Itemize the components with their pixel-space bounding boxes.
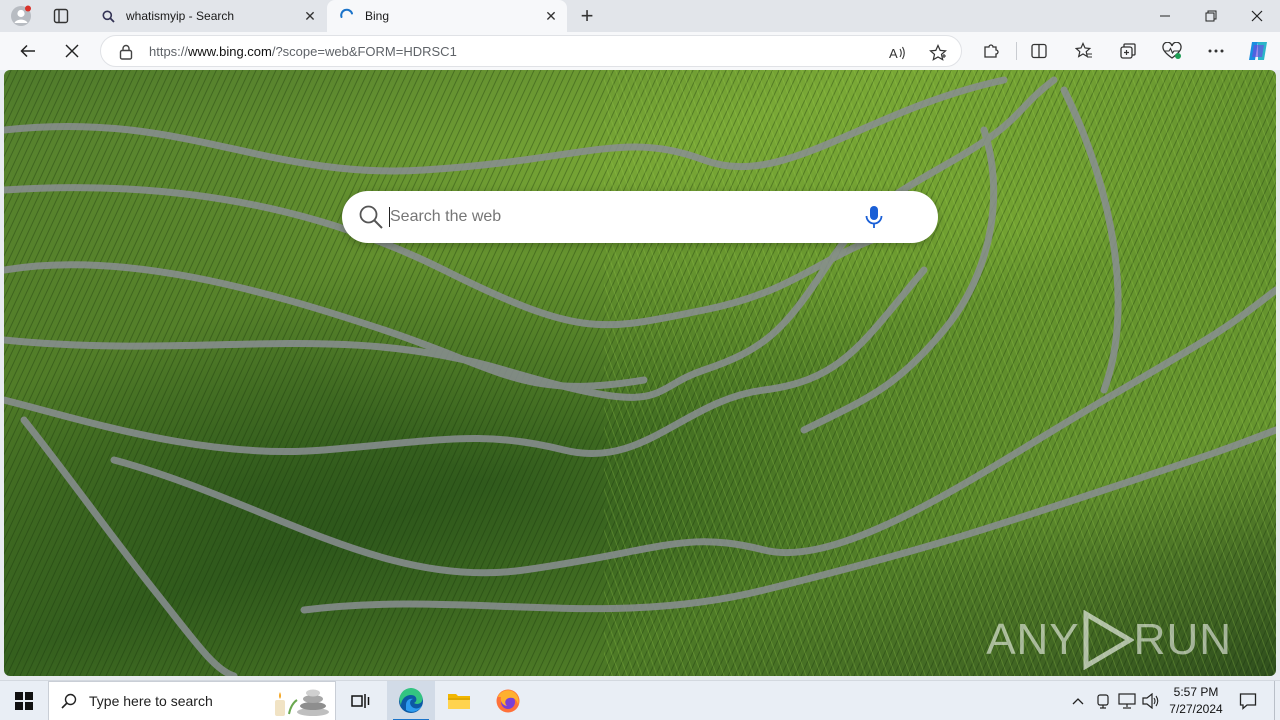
- taskbar-search-box[interactable]: Type here to search: [48, 681, 336, 720]
- show-desktop-button[interactable]: [1274, 681, 1280, 720]
- tray-device-icon[interactable]: [1093, 691, 1113, 711]
- copilot-icon: [1249, 42, 1267, 60]
- plus-icon: +: [580, 3, 594, 28]
- address-bar[interactable]: https://www.bing.com/?scope=web&FORM=HDR…: [100, 35, 962, 67]
- url-scheme: https://: [149, 44, 189, 59]
- close-icon: [1251, 10, 1263, 22]
- search-highlight-icon: [275, 689, 329, 716]
- svg-text:A: A: [889, 46, 898, 61]
- background-image: [4, 70, 1276, 676]
- collections-icon: [1120, 43, 1136, 59]
- file-explorer-icon: [448, 694, 470, 709]
- search-input[interactable]: [390, 205, 850, 229]
- play-triangle-icon: [1083, 610, 1134, 670]
- close-window-button[interactable]: [1234, 0, 1280, 32]
- new-tab-button[interactable]: +: [574, 3, 600, 28]
- close-tab-icon[interactable]: ✕: [541, 6, 561, 26]
- url-domain: www.bing.com: [188, 44, 272, 59]
- split-screen-button[interactable]: [1024, 36, 1054, 66]
- tab-bing[interactable]: Bing ✕: [327, 0, 567, 32]
- clock-date: 7/27/2024: [1169, 702, 1223, 716]
- browser-essentials-button[interactable]: [1157, 36, 1187, 66]
- taskbar-edge[interactable]: [387, 681, 435, 720]
- tab-strip: whatismyip - Search ✕ Bing ✕ +: [0, 0, 1280, 32]
- taskbar-search-placeholder: Type here to search: [89, 693, 213, 709]
- url-text[interactable]: https://www.bing.com/?scope=web&FORM=HDR…: [149, 44, 457, 59]
- extensions-button[interactable]: [976, 36, 1006, 66]
- favorites-button[interactable]: [1069, 36, 1099, 66]
- show-hidden-icons-button[interactable]: [1068, 691, 1088, 711]
- windows-logo-icon: [15, 692, 33, 710]
- loading-spinner-icon: [339, 8, 355, 24]
- search-icon: [359, 205, 383, 229]
- collections-button[interactable]: [1113, 36, 1143, 66]
- more-dots-icon: [1208, 49, 1224, 53]
- stop-button[interactable]: [57, 36, 87, 66]
- restore-icon: [1205, 10, 1217, 22]
- watermark-right-text: RUN: [1133, 615, 1232, 664]
- heart-pulse-icon: [1162, 42, 1182, 59]
- split-screen-icon: [1031, 43, 1047, 59]
- bing-homepage: ANY RUN: [4, 70, 1276, 676]
- firefox-icon: [496, 689, 520, 713]
- close-tab-icon[interactable]: ✕: [300, 6, 320, 26]
- task-view-icon: [351, 694, 370, 708]
- favorites-icon: [1075, 42, 1092, 58]
- clock-time: 5:57 PM: [1173, 685, 1219, 699]
- url-path: /?scope=web&FORM=HDRSC1: [271, 44, 457, 59]
- start-button[interactable]: [0, 681, 48, 720]
- browser-toolbar: https://www.bing.com/?scope=web&FORM=HDR…: [0, 32, 1280, 70]
- tab-whatismyip[interactable]: whatismyip - Search ✕: [88, 0, 326, 32]
- back-arrow-icon: [20, 44, 35, 58]
- tab-actions-button[interactable]: [46, 3, 76, 29]
- toolbar-divider: [1016, 42, 1017, 60]
- anyrun-watermark: ANY RUN: [986, 610, 1232, 670]
- restore-button[interactable]: [1188, 0, 1234, 32]
- text-caret: [389, 207, 390, 227]
- microphone-icon[interactable]: [860, 203, 888, 231]
- copilot-button[interactable]: [1243, 36, 1273, 66]
- profile-button[interactable]: [6, 3, 36, 29]
- volume-icon[interactable]: [1141, 691, 1161, 711]
- minimize-icon: [1160, 15, 1170, 17]
- task-view-button[interactable]: [336, 681, 384, 720]
- puzzle-icon: [984, 44, 999, 58]
- system-clock[interactable]: 5:57 PM 7/27/2024: [1162, 684, 1230, 718]
- minimize-button[interactable]: [1142, 0, 1188, 32]
- network-icon[interactable]: [1117, 691, 1137, 711]
- tab-title: Bing: [365, 9, 390, 23]
- chevron-up-icon: [1072, 698, 1084, 705]
- profile-icon: [11, 5, 31, 26]
- search-icon: [100, 8, 116, 24]
- favorite-star-icon[interactable]: [927, 42, 949, 64]
- search-icon: [49, 693, 89, 709]
- taskbar-file-explorer[interactable]: [435, 681, 483, 720]
- windows-taskbar: Type here to search 5:57 PM 7/27/2024: [0, 680, 1280, 720]
- tab-actions-icon: [53, 8, 69, 24]
- taskbar-firefox[interactable]: [484, 681, 532, 720]
- notifications-button[interactable]: [1236, 689, 1260, 713]
- stop-x-icon: [65, 44, 79, 58]
- notification-icon: [1239, 693, 1257, 710]
- read-aloud-icon[interactable]: A: [887, 42, 909, 64]
- edge-icon: [399, 688, 423, 713]
- lock-icon[interactable]: [117, 43, 135, 61]
- search-box[interactable]: [342, 191, 938, 243]
- watermark-left-text: ANY: [986, 615, 1080, 664]
- tab-title: whatismyip - Search: [126, 9, 235, 23]
- settings-more-button[interactable]: [1201, 36, 1231, 66]
- back-button[interactable]: [13, 36, 43, 66]
